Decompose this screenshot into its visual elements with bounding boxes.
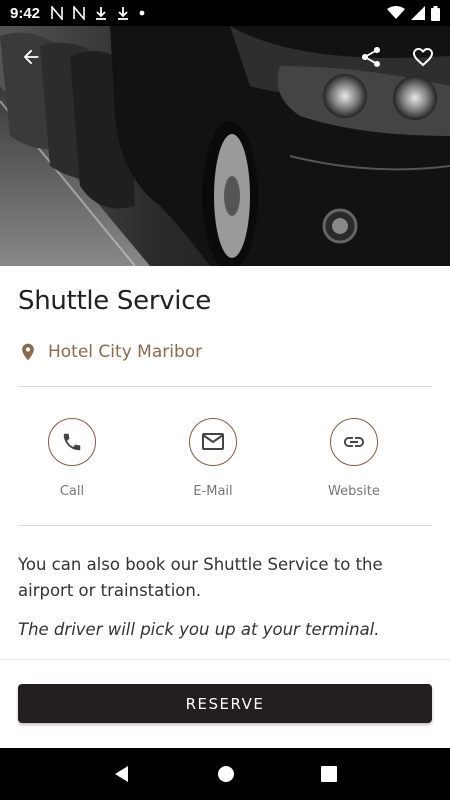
n-notification-icon [51,6,63,20]
favorite-button[interactable] [406,40,440,74]
page-title: Shuttle Service [18,286,211,316]
location-pin-icon [22,343,34,361]
download-icon [118,7,129,20]
back-arrow-icon [23,49,39,65]
recents-square-icon[interactable] [320,765,338,783]
email-label: E-Mail [193,484,233,499]
website-label: Website [328,484,380,499]
link-icon [343,437,364,447]
heart-icon [413,48,433,67]
divider [18,525,432,526]
location-row[interactable]: Hotel City Maribor [18,340,202,364]
system-nav-bar [0,748,450,800]
share-button[interactable] [354,40,388,74]
home-circle-icon[interactable] [216,764,236,784]
wifi-icon [387,6,405,19]
description-italic-text: The driver will pick you up at your term… [18,620,380,639]
status-bar: 9:42 [0,0,450,26]
call-action[interactable]: Call [48,418,96,499]
description-text: You can also book our Shuttle Service to… [18,555,383,600]
phone-icon [63,433,81,451]
divider [18,386,432,387]
signal-icon [411,6,425,20]
mail-icon [202,433,224,450]
email-button[interactable] [189,418,237,466]
hero-image [0,26,450,266]
back-button[interactable] [14,40,48,74]
system-icons [387,5,440,21]
n-notification-icon [73,6,85,20]
bottom-separator [0,659,450,660]
location-label: Hotel City Maribor [48,342,203,362]
notification-icons [50,6,146,20]
email-action[interactable]: E-Mail [189,418,237,499]
status-time: 9:42 [10,4,41,22]
dot-icon [139,10,145,16]
back-triangle-icon[interactable] [112,764,132,784]
share-icon [362,47,380,67]
call-label: Call [59,484,85,499]
website-action[interactable]: Website [328,418,380,499]
download-icon [96,7,107,20]
website-button[interactable] [329,418,378,466]
battery-icon [431,5,440,21]
call-button[interactable] [48,418,96,466]
reserve-button[interactable]: RESERVE [18,684,432,723]
